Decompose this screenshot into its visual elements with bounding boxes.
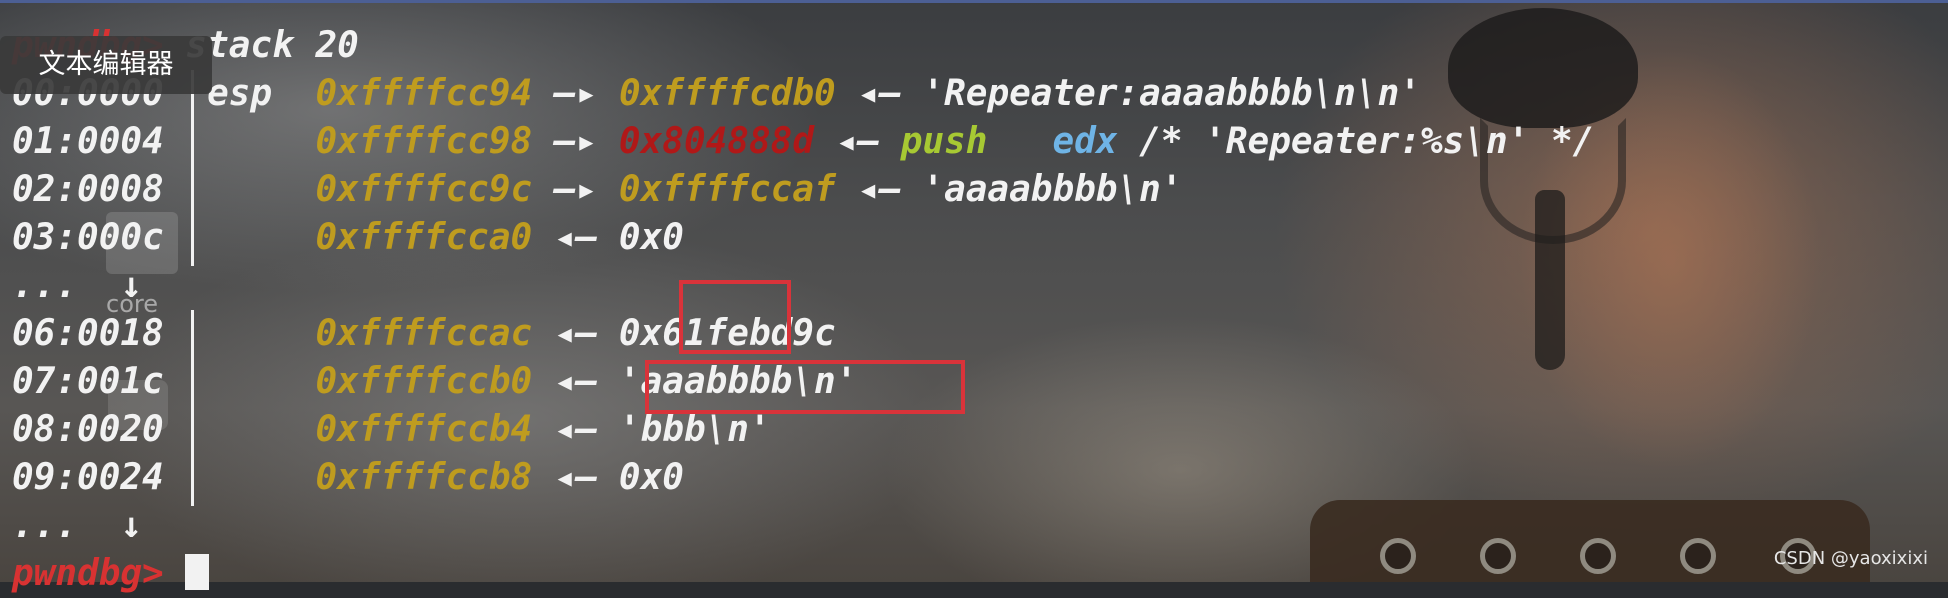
- stack-value: 'Repeater:aaaabbbb\n\n': [922, 73, 1421, 114]
- stack-value: 'bbb\n': [618, 409, 771, 450]
- arrow-left: ◂—: [553, 409, 598, 450]
- register-label: esp: [207, 73, 273, 114]
- ellipsis: ...: [12, 505, 78, 546]
- stack-row: 06:0018 0xffffccac ◂— 0x61febd9c: [12, 310, 1594, 358]
- arrow-left: ◂—: [857, 169, 901, 210]
- stack-offset: 09:0024: [12, 457, 164, 498]
- stack-value: 'aaaabbbb\n': [922, 169, 1183, 210]
- stack-address: 0xffffccb8: [315, 457, 533, 498]
- prompt-line[interactable]: pwndbg>: [12, 550, 1594, 598]
- highlight-box: [679, 280, 791, 354]
- instruction-mnemonic: push: [900, 121, 988, 162]
- stack-offset: 02:0008: [12, 169, 164, 210]
- watermark: CSDN @yaoxixixi: [1773, 548, 1928, 569]
- code-pointer: 0x804888d: [618, 121, 814, 162]
- stack-value: 0x0: [618, 457, 684, 498]
- arrow-left: ◂—: [553, 457, 598, 498]
- ellipsis: ...: [12, 265, 78, 306]
- stack-address: 0xffffccb0: [315, 361, 533, 402]
- stack-address: 0xffffcca0: [315, 217, 533, 258]
- arrow-right: —▸: [553, 169, 598, 210]
- pointer-target: 0xffffcdb0: [618, 73, 836, 114]
- down-arrow-icon: ↓: [120, 265, 143, 306]
- stack-offset: 01:0004: [12, 121, 164, 162]
- arrow-left: ◂—: [553, 313, 598, 354]
- stack-address: 0xffffcc9c: [315, 169, 533, 210]
- stack-offset: 06:0018: [12, 313, 164, 354]
- highlight-box: [645, 360, 965, 414]
- stack-offset: 08:0020: [12, 409, 164, 450]
- app-tooltip: 文本编辑器: [0, 36, 212, 94]
- arrow-left: ◂—: [857, 73, 901, 114]
- stack-row: 03:000c 0xffffcca0 ◂— 0x0: [12, 214, 1594, 262]
- instruction-operand: edx: [1052, 121, 1118, 162]
- separator-bar: [191, 310, 194, 506]
- arrow-left: ◂—: [553, 361, 598, 402]
- stack-row: 01:0004 0xffffcc98 —▸ 0x804888d ◂— push …: [12, 118, 1594, 166]
- arrow-left: ◂—: [835, 121, 880, 162]
- separator-bar: [191, 70, 194, 266]
- stack-value: 0x0: [618, 217, 684, 258]
- stack-row: 09:0024 0xffffccb8 ◂— 0x0: [12, 454, 1594, 502]
- stack-address: 0xffffccb4: [315, 409, 533, 450]
- stack-row: 00:0000 esp 0xffffcc94 —▸ 0xffffcdb0 ◂— …: [12, 70, 1594, 118]
- pointer-target: 0xffffccaf: [618, 169, 836, 210]
- stack-address: 0xffffcc98: [315, 121, 533, 162]
- arrow-left: ◂—: [553, 217, 598, 258]
- stack-row: 02:0008 0xffffcc9c —▸ 0xffffccaf ◂— 'aaa…: [12, 166, 1594, 214]
- text-cursor: [185, 554, 210, 590]
- stack-ellipsis-row: ... ↓: [12, 262, 1594, 310]
- arrow-right: —▸: [553, 73, 598, 114]
- terminal-output[interactable]: pwndbg> stack 20 00:0000 esp 0xffffcc94 …: [12, 22, 1594, 598]
- stack-offset: 03:000c: [12, 217, 164, 258]
- pwndbg-prompt: pwndbg>: [12, 553, 164, 594]
- command-line: pwndbg> stack 20: [12, 22, 1594, 70]
- stack-offset: 07:001c: [12, 361, 164, 402]
- stack-address: 0xffffcc94: [315, 73, 533, 114]
- instruction-comment: /* 'Repeater:%s\n' */: [1139, 121, 1595, 162]
- down-arrow-icon: ↓: [120, 505, 143, 546]
- stack-ellipsis-row: ... ↓: [12, 502, 1594, 550]
- stack-address: 0xffffccac: [315, 313, 533, 354]
- arrow-right: —▸: [553, 121, 598, 162]
- wallpaper-belt-rivet: [1680, 538, 1716, 574]
